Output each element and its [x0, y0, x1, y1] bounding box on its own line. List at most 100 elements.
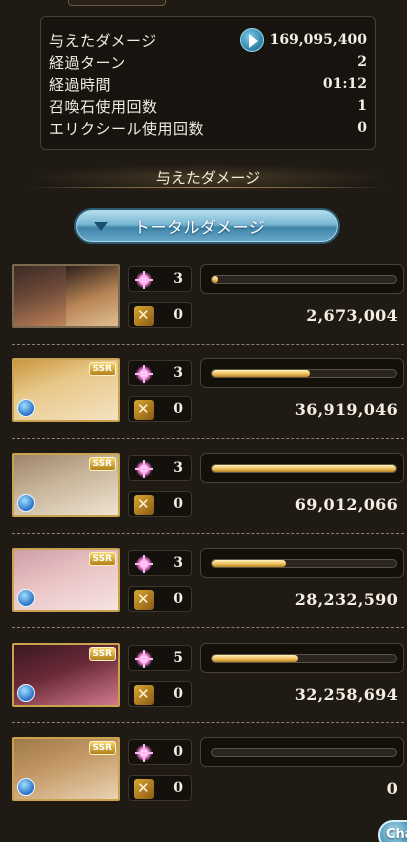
stat-label: 与えたダメージ: [49, 31, 157, 50]
damage-bar: [200, 737, 404, 767]
row-divider: [12, 722, 404, 723]
ca-count: 0: [173, 744, 183, 760]
crossed-swords-icon: [134, 685, 154, 705]
stat-value: 2: [357, 54, 367, 70]
charge-attack-counter: 3: [128, 266, 192, 292]
ca-count: 3: [173, 365, 183, 381]
stat-row-elixirs: エリクシール使用回数 0: [49, 117, 367, 139]
star-icon: [134, 364, 154, 384]
damage-bar-fill: [212, 276, 218, 283]
skill-count: 0: [173, 307, 183, 323]
damage-value: 28,232,590: [294, 590, 398, 609]
skill-count: 0: [173, 780, 183, 796]
ssr-badge: SSR: [88, 647, 116, 661]
charge-attack-counter: 0: [128, 739, 192, 765]
stat-label: 経過時間: [49, 75, 112, 94]
damage-bar-fill: [212, 465, 396, 472]
stat-value: 01:12: [322, 76, 367, 92]
damage-bar-fill: [212, 370, 310, 377]
character-row: SSR 0 0 0: [12, 737, 404, 807]
charge-attack-counter: 5: [128, 645, 192, 671]
stat-value: 0: [357, 120, 367, 136]
skill-counter: 0: [128, 396, 192, 422]
charge-attack-counter: 3: [128, 455, 192, 481]
charge-attack-counter: 3: [128, 360, 192, 386]
top-tab: [68, 0, 166, 6]
damage-value: 32,258,694: [294, 685, 398, 704]
crossed-swords-icon: [134, 779, 154, 799]
row-divider: [12, 438, 404, 439]
star-icon: [134, 459, 154, 479]
total-damage-dropdown[interactable]: トータルダメージ: [74, 208, 340, 244]
crossed-swords-icon: [134, 590, 154, 610]
ca-count: 3: [173, 460, 183, 476]
ssr-badge: SSR: [88, 457, 116, 471]
skill-counter: 0: [128, 775, 192, 801]
star-icon: [134, 270, 154, 290]
row-divider: [12, 627, 404, 628]
damage-value: 0: [386, 779, 398, 798]
ca-count: 3: [173, 555, 183, 571]
play-icon[interactable]: [239, 28, 264, 52]
stat-value: 1: [357, 98, 367, 114]
character-portrait[interactable]: SSR: [12, 737, 120, 801]
character-portrait[interactable]: SSR: [12, 453, 120, 517]
ca-count: 3: [173, 271, 183, 287]
character-row: SSR 3 0 28,232,590: [12, 548, 404, 618]
skill-counter: 0: [128, 681, 192, 707]
character-portrait[interactable]: [12, 264, 120, 328]
damage-value: 69,012,066: [294, 495, 398, 514]
star-icon: [134, 743, 154, 763]
battle-stats-panel: 与えたダメージ 169,095,400 経過ターン 2 経過時間 01:12 召…: [40, 16, 376, 150]
charge-attack-counter: 3: [128, 550, 192, 576]
element-icon: [17, 494, 35, 512]
star-icon: [134, 649, 154, 669]
ssr-badge: SSR: [88, 362, 116, 376]
character-portrait[interactable]: SSR: [12, 358, 120, 422]
skill-counter: 0: [128, 491, 192, 517]
stat-row-summons: 召喚石使用回数 1: [49, 95, 367, 117]
character-portrait[interactable]: SSR: [12, 548, 120, 612]
row-divider: [12, 533, 404, 534]
crossed-swords-icon: [134, 495, 154, 515]
character-portrait[interactable]: SSR: [12, 643, 120, 707]
chat-button[interactable]: Cha: [378, 820, 407, 842]
row-divider: [12, 344, 404, 345]
dropdown-label: トータルダメージ: [134, 218, 266, 237]
ssr-badge: SSR: [88, 741, 116, 755]
element-icon: [17, 399, 35, 417]
stat-row-time: 経過時間 01:12: [49, 73, 367, 95]
crossed-swords-icon: [134, 306, 154, 326]
portrait-image: [66, 266, 118, 326]
character-row: SSR 3 0 69,012,066: [12, 453, 404, 523]
skill-counter: 0: [128, 586, 192, 612]
character-row: 3 0 2,673,004: [12, 264, 404, 334]
ca-count: 5: [173, 650, 183, 666]
skill-counter: 0: [128, 302, 192, 328]
damage-bar-fill: [212, 655, 299, 662]
skill-count: 0: [173, 496, 183, 512]
element-icon: [17, 589, 35, 607]
chevron-down-icon: [94, 221, 108, 231]
portrait-image: [14, 266, 66, 326]
stat-label: 経過ターン: [49, 53, 126, 72]
damage-bar: [200, 264, 404, 294]
character-row: SSR 5 0 32,258,694: [12, 643, 404, 713]
element-icon: [17, 684, 35, 702]
damage-bar: [200, 643, 404, 673]
element-icon: [17, 778, 35, 796]
stat-value: 169,095,400: [269, 32, 367, 48]
damage-bar: [200, 358, 404, 388]
ssr-badge: SSR: [88, 552, 116, 566]
damage-value: 2,673,004: [306, 306, 398, 325]
damage-bar-fill: [212, 560, 286, 567]
skill-count: 0: [173, 591, 183, 607]
stat-label: エリクシール使用回数: [49, 119, 205, 138]
stat-row-damage: 与えたダメージ 169,095,400: [49, 28, 367, 52]
stat-row-turns: 経過ターン 2: [49, 51, 367, 73]
star-icon: [134, 554, 154, 574]
section-heading: 与えたダメージ: [30, 164, 386, 192]
stat-label: 召喚石使用回数: [49, 97, 158, 116]
damage-bar: [200, 453, 404, 483]
damage-bar: [200, 548, 404, 578]
